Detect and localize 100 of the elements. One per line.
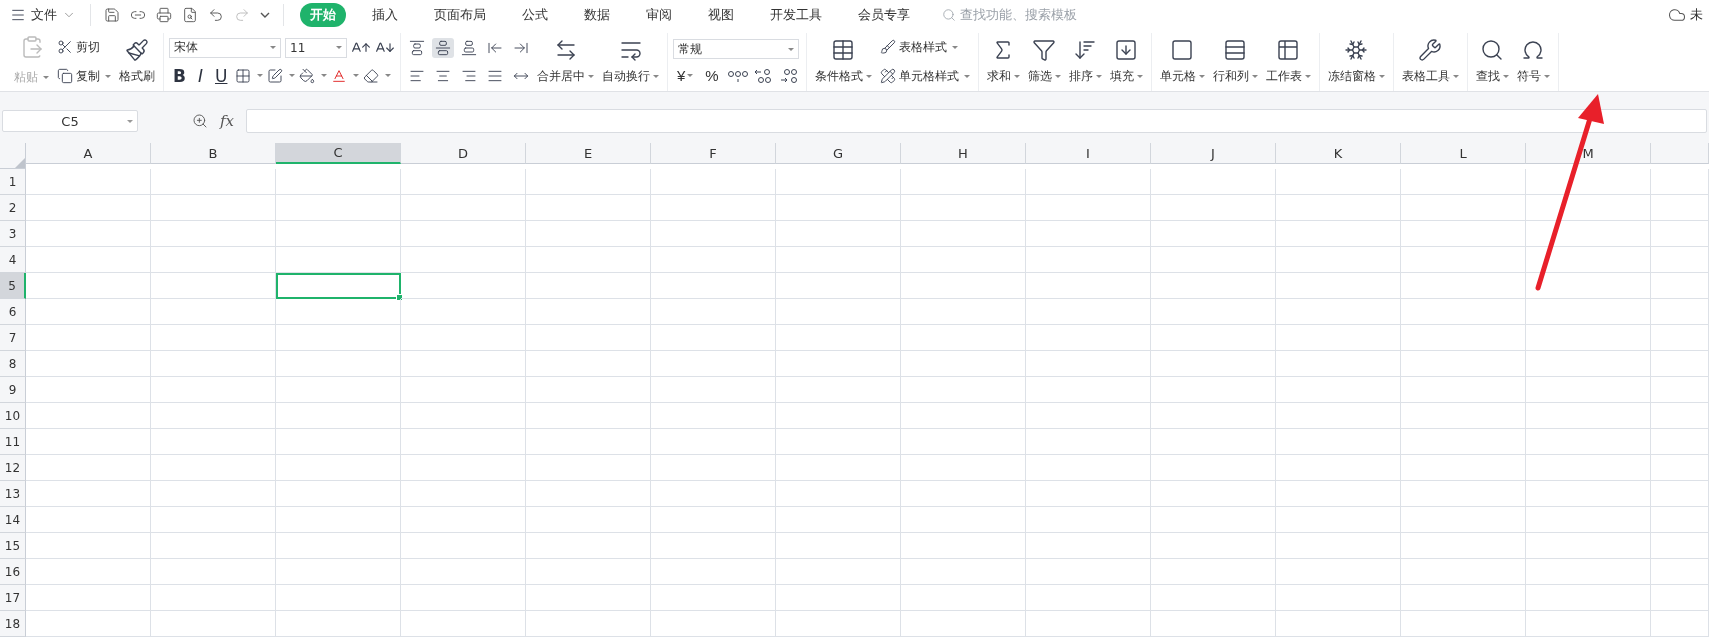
table-cell[interactable] bbox=[1651, 351, 1709, 377]
toolbar-button[interactable]: 排序 bbox=[1065, 36, 1105, 88]
table-cell[interactable] bbox=[401, 533, 526, 559]
table-cell[interactable] bbox=[901, 351, 1026, 377]
table-cell[interactable] bbox=[276, 169, 401, 195]
table-cell[interactable] bbox=[26, 377, 151, 403]
table-cell[interactable] bbox=[1526, 611, 1651, 637]
toolbar-button[interactable]: 行和列 bbox=[1209, 36, 1261, 88]
table-cell[interactable] bbox=[401, 299, 526, 325]
table-cell[interactable] bbox=[1276, 377, 1401, 403]
table-cell[interactable] bbox=[1651, 247, 1709, 273]
table-cell[interactable] bbox=[276, 585, 401, 611]
table-cell[interactable] bbox=[776, 585, 901, 611]
table-cell[interactable] bbox=[401, 273, 526, 299]
table-cell[interactable] bbox=[776, 377, 901, 403]
chevron-down-icon[interactable] bbox=[260, 11, 270, 19]
table-cell[interactable] bbox=[151, 351, 276, 377]
table-cell[interactable] bbox=[1401, 195, 1526, 221]
column-header[interactable]: F bbox=[651, 143, 776, 164]
toolbar-button[interactable]: 求和 bbox=[983, 36, 1023, 88]
font-style-button[interactable]: B bbox=[169, 65, 190, 86]
merge-button[interactable]: 合并居中 bbox=[534, 36, 597, 88]
table-cell[interactable] bbox=[1401, 429, 1526, 455]
row-header[interactable]: 12 bbox=[0, 455, 26, 481]
table-cell[interactable] bbox=[526, 221, 651, 247]
toolbar-button[interactable]: 冻结窗格 bbox=[1324, 36, 1388, 88]
row-header[interactable]: 4 bbox=[0, 247, 26, 273]
table-cell[interactable] bbox=[151, 299, 276, 325]
table-cell[interactable] bbox=[1526, 273, 1651, 299]
table-cell[interactable] bbox=[776, 507, 901, 533]
table-cell[interactable] bbox=[151, 169, 276, 195]
table-cell[interactable] bbox=[401, 247, 526, 273]
column-header[interactable] bbox=[1651, 143, 1709, 164]
table-cell[interactable] bbox=[526, 299, 651, 325]
column-header[interactable]: L bbox=[1401, 143, 1526, 164]
table-cell[interactable] bbox=[776, 273, 901, 299]
table-cell[interactable] bbox=[1151, 533, 1276, 559]
table-cell[interactable] bbox=[1151, 585, 1276, 611]
table-cell[interactable] bbox=[651, 455, 776, 481]
table-cell[interactable] bbox=[1401, 455, 1526, 481]
table-cell[interactable] bbox=[651, 429, 776, 455]
table-cell[interactable] bbox=[26, 585, 151, 611]
table-cell[interactable] bbox=[26, 455, 151, 481]
table-cell[interactable] bbox=[276, 377, 401, 403]
table-cell[interactable] bbox=[1526, 325, 1651, 351]
table-cell[interactable] bbox=[26, 195, 151, 221]
table-cell[interactable] bbox=[526, 585, 651, 611]
table-cell[interactable] bbox=[276, 533, 401, 559]
table-cell[interactable] bbox=[1276, 195, 1401, 221]
table-cell[interactable] bbox=[651, 377, 776, 403]
table-cell[interactable] bbox=[1651, 507, 1709, 533]
ribbon-tab[interactable]: 会员专享 bbox=[848, 3, 920, 28]
table-cell[interactable] bbox=[151, 221, 276, 247]
row-header[interactable]: 14 bbox=[0, 507, 26, 533]
table-cell[interactable] bbox=[901, 533, 1026, 559]
table-cell[interactable] bbox=[1276, 403, 1401, 429]
ribbon-tab[interactable]: 开发工具 bbox=[760, 3, 832, 28]
row-header[interactable]: 9 bbox=[0, 377, 26, 403]
toolbar-button[interactable]: 查找 bbox=[1472, 36, 1512, 88]
table-cell[interactable] bbox=[151, 585, 276, 611]
font-size-field[interactable]: 11 bbox=[285, 37, 347, 58]
table-cell[interactable] bbox=[1276, 351, 1401, 377]
table-cell[interactable] bbox=[1276, 559, 1401, 585]
table-cell[interactable] bbox=[1526, 533, 1651, 559]
table-cell[interactable] bbox=[1401, 533, 1526, 559]
table-cell[interactable] bbox=[1026, 403, 1151, 429]
table-cell[interactable] bbox=[526, 247, 651, 273]
table-cell[interactable] bbox=[651, 325, 776, 351]
table-cell[interactable] bbox=[901, 299, 1026, 325]
table-cell[interactable] bbox=[276, 195, 401, 221]
table-cell[interactable] bbox=[901, 325, 1026, 351]
table-cell[interactable] bbox=[276, 611, 401, 637]
column-header[interactable]: B bbox=[151, 143, 276, 164]
merge-button[interactable]: 自动换行 bbox=[599, 36, 662, 88]
table-cell[interactable] bbox=[1401, 325, 1526, 351]
table-cell[interactable] bbox=[151, 611, 276, 637]
table-cell[interactable] bbox=[1401, 299, 1526, 325]
table-cell[interactable] bbox=[651, 585, 776, 611]
table-cell[interactable] bbox=[151, 195, 276, 221]
table-style-button[interactable]: 表格样式 bbox=[876, 36, 973, 58]
table-cell[interactable] bbox=[901, 429, 1026, 455]
table-cell[interactable] bbox=[1151, 273, 1276, 299]
table-cell[interactable] bbox=[1026, 507, 1151, 533]
table-cell[interactable] bbox=[1651, 429, 1709, 455]
align-button[interactable] bbox=[432, 37, 454, 58]
row-header[interactable]: 16 bbox=[0, 559, 26, 585]
table-cell[interactable] bbox=[401, 481, 526, 507]
table-cell[interactable] bbox=[776, 429, 901, 455]
table-cell[interactable] bbox=[1526, 507, 1651, 533]
table-cell[interactable] bbox=[26, 299, 151, 325]
table-cell[interactable] bbox=[26, 325, 151, 351]
toolbar-button[interactable]: 表格工具 bbox=[1398, 36, 1462, 88]
table-cell[interactable] bbox=[901, 481, 1026, 507]
column-header[interactable]: E bbox=[526, 143, 651, 164]
table-cell[interactable] bbox=[1151, 247, 1276, 273]
table-cell[interactable] bbox=[401, 195, 526, 221]
table-cell[interactable] bbox=[651, 195, 776, 221]
table-cell[interactable] bbox=[776, 221, 901, 247]
table-cell[interactable] bbox=[1526, 481, 1651, 507]
row-header[interactable]: 5 bbox=[0, 273, 26, 299]
